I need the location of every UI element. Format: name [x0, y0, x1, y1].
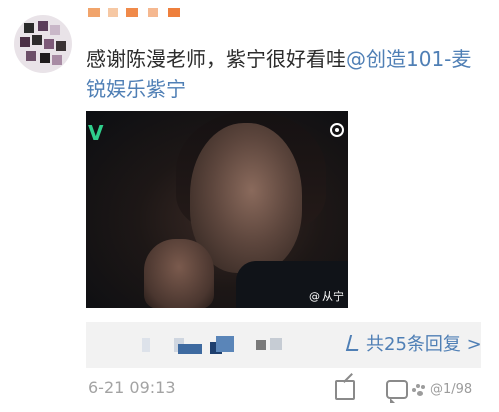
- source-text: @1/98: [430, 382, 473, 397]
- source-watermark: @1/98: [412, 382, 472, 397]
- reply-blur: [216, 336, 234, 352]
- comment-icon[interactable]: [386, 380, 408, 403]
- avatar[interactable]: [14, 15, 72, 73]
- reply-preview-box[interactable]: 共25条回复 >: [86, 322, 482, 368]
- mention-text-1: @创造101-麦: [346, 47, 472, 71]
- reply-blur: [256, 340, 266, 350]
- avatar-pixel: [56, 41, 66, 51]
- username-block: [126, 8, 138, 17]
- video-logo-icon: V: [88, 121, 104, 145]
- reply-corner-icon: [345, 335, 363, 351]
- video-watermark: @ 从宁: [309, 288, 344, 304]
- watermark-at: @: [309, 289, 320, 303]
- avatar-pixel: [52, 55, 62, 65]
- avatar-pixel: [50, 25, 60, 35]
- watermark-text: 从宁: [322, 290, 344, 303]
- post-text-main: 感谢陈漫老师，紫宁很好看哇: [86, 47, 346, 71]
- video-thumbnail[interactable]: V @ 从宁: [86, 111, 348, 308]
- avatar-pixel: [44, 39, 54, 49]
- post-text: 感谢陈漫老师，紫宁很好看哇@创造101-麦锐娱乐紫宁: [86, 44, 486, 104]
- forward-icon[interactable]: [335, 380, 355, 400]
- video-hand-shape: [144, 239, 214, 308]
- view-replies-link[interactable]: 共25条回复 >: [345, 334, 482, 356]
- mention-text-2: 锐娱乐紫宁: [86, 77, 186, 101]
- paw-icon: [412, 383, 426, 396]
- reply-blur: [178, 344, 202, 354]
- avatar-pixel: [38, 21, 48, 31]
- reply-blur: [142, 338, 150, 352]
- avatar-pixel: [40, 53, 50, 63]
- username-block: [108, 8, 118, 17]
- avatar-pixel: [32, 35, 42, 45]
- username-block: [148, 8, 158, 17]
- avatar-pixel: [20, 37, 30, 47]
- post-timestamp: 6-21 09:13: [88, 378, 176, 397]
- username-block: [88, 8, 100, 17]
- view-replies-text: 共25条回复 >: [366, 334, 482, 355]
- username-blurred[interactable]: [88, 8, 208, 20]
- camera-icon[interactable]: [330, 123, 344, 137]
- username-block: [168, 8, 180, 17]
- reply-blur: [270, 338, 282, 350]
- avatar-pixel: [24, 23, 34, 33]
- avatar-pixel: [26, 51, 36, 61]
